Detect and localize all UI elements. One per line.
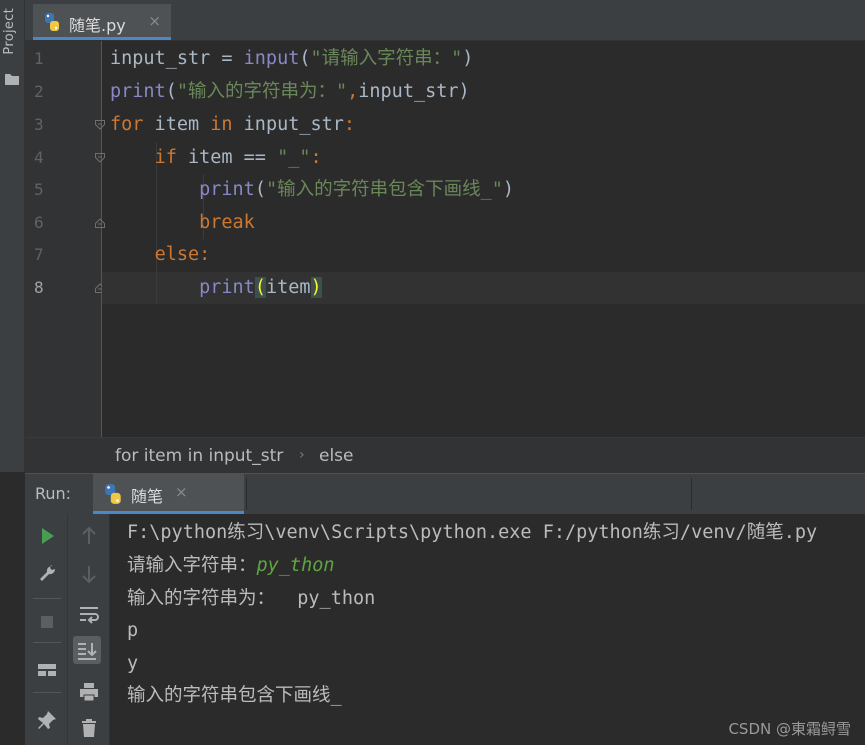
console-command-line: F:\python练习\venv\Scripts\python.exe F:/p… <box>127 522 818 543</box>
toolbar-separator <box>33 598 61 599</box>
breadcrumb-separator: › <box>299 447 305 463</box>
code-line-7[interactable]: else: <box>110 239 211 271</box>
run-tab-label: 随笔 <box>131 487 164 506</box>
console-output-line: y <box>127 653 139 674</box>
line-gutter: 1 2 3 4 5 6 7 8 <box>25 41 105 437</box>
project-tool-button[interactable]: Project <box>2 8 22 55</box>
line-number: 1 <box>34 49 44 68</box>
line-number: 7 <box>34 245 44 264</box>
down-arrow-icon[interactable] <box>75 560 103 588</box>
toolbar-separator <box>33 692 61 693</box>
run-toolbar <box>25 514 110 745</box>
fold-open-icon[interactable] <box>94 119 106 131</box>
python-file-icon <box>45 13 59 31</box>
layout-icon[interactable] <box>33 656 61 684</box>
folder-icon[interactable] <box>4 72 20 86</box>
code-line-6[interactable]: break <box>110 207 255 239</box>
console-output-line: 输入的字符串为： py_thon <box>127 588 376 609</box>
breadcrumb-item-else[interactable]: else <box>319 446 354 466</box>
line-number-current: 8 <box>34 278 44 297</box>
code-line-1[interactable]: input_str = input("请输入字符串：") <box>110 43 473 75</box>
divider <box>691 478 692 510</box>
run-panel-title: Run: <box>35 484 72 503</box>
console-prompt-line: 请输入字符串：py_thon <box>127 549 334 582</box>
code-editor[interactable]: 1 2 3 4 5 6 7 8 input_str = input("请输入字符… <box>25 41 865 437</box>
left-tool-strip: Project <box>0 0 25 472</box>
code-line-3[interactable]: for item in input_str: <box>110 109 355 141</box>
code-line-4[interactable]: if item == "_": <box>110 142 322 174</box>
close-icon[interactable]: × <box>175 483 188 501</box>
divider <box>246 478 247 510</box>
editor-tab-suibi[interactable]: 随笔.py × <box>33 4 171 40</box>
toolbar-separator <box>33 642 61 643</box>
line-number: 3 <box>34 115 44 134</box>
run-console[interactable]: F:\python练习\venv\Scripts\python.exe F:/p… <box>110 514 865 745</box>
run-icon[interactable] <box>33 522 61 550</box>
editor-tab-bar: 随笔.py × <box>25 0 865 41</box>
scroll-to-end-icon[interactable] <box>73 636 101 664</box>
toolbar-column-divider <box>67 514 68 745</box>
run-tab-suibi[interactable]: 随笔 × <box>93 474 244 514</box>
close-icon[interactable]: × <box>148 12 161 30</box>
pin-icon[interactable] <box>33 706 61 734</box>
code-line-5[interactable]: print("输入的字符串包含下画线_") <box>110 174 514 206</box>
code-line-2[interactable]: print("输入的字符串为：",input_str) <box>110 76 470 108</box>
console-prompt: 请输入字符串： <box>127 555 257 576</box>
fold-open-icon[interactable] <box>94 152 106 164</box>
console-output-line: 输入的字符串包含下画线_ <box>127 685 342 706</box>
run-panel-header: Run: 随笔 × <box>25 473 865 515</box>
code-line-8[interactable]: print(item) <box>110 272 322 304</box>
stop-icon[interactable] <box>33 608 61 636</box>
python-icon <box>105 484 121 504</box>
line-number: 2 <box>34 82 44 101</box>
soft-wrap-icon[interactable] <box>75 600 103 628</box>
line-number: 6 <box>34 213 44 232</box>
breadcrumb: for item in input_str › else <box>25 437 865 474</box>
line-number: 4 <box>34 148 44 167</box>
trash-icon[interactable] <box>75 714 103 742</box>
up-arrow-icon[interactable] <box>75 522 103 550</box>
breadcrumb-item-for[interactable]: for item in input_str <box>115 446 283 466</box>
line-number: 5 <box>34 180 44 199</box>
watermark: CSDN @東霜鲟雪 <box>728 720 851 738</box>
print-icon[interactable] <box>75 678 103 706</box>
console-user-input: py_thon <box>256 555 335 576</box>
editor-tab-label: 随笔.py <box>69 16 126 35</box>
wrench-icon[interactable] <box>33 560 61 588</box>
console-output-line: p <box>127 620 139 641</box>
fold-end-icon[interactable] <box>94 217 106 229</box>
